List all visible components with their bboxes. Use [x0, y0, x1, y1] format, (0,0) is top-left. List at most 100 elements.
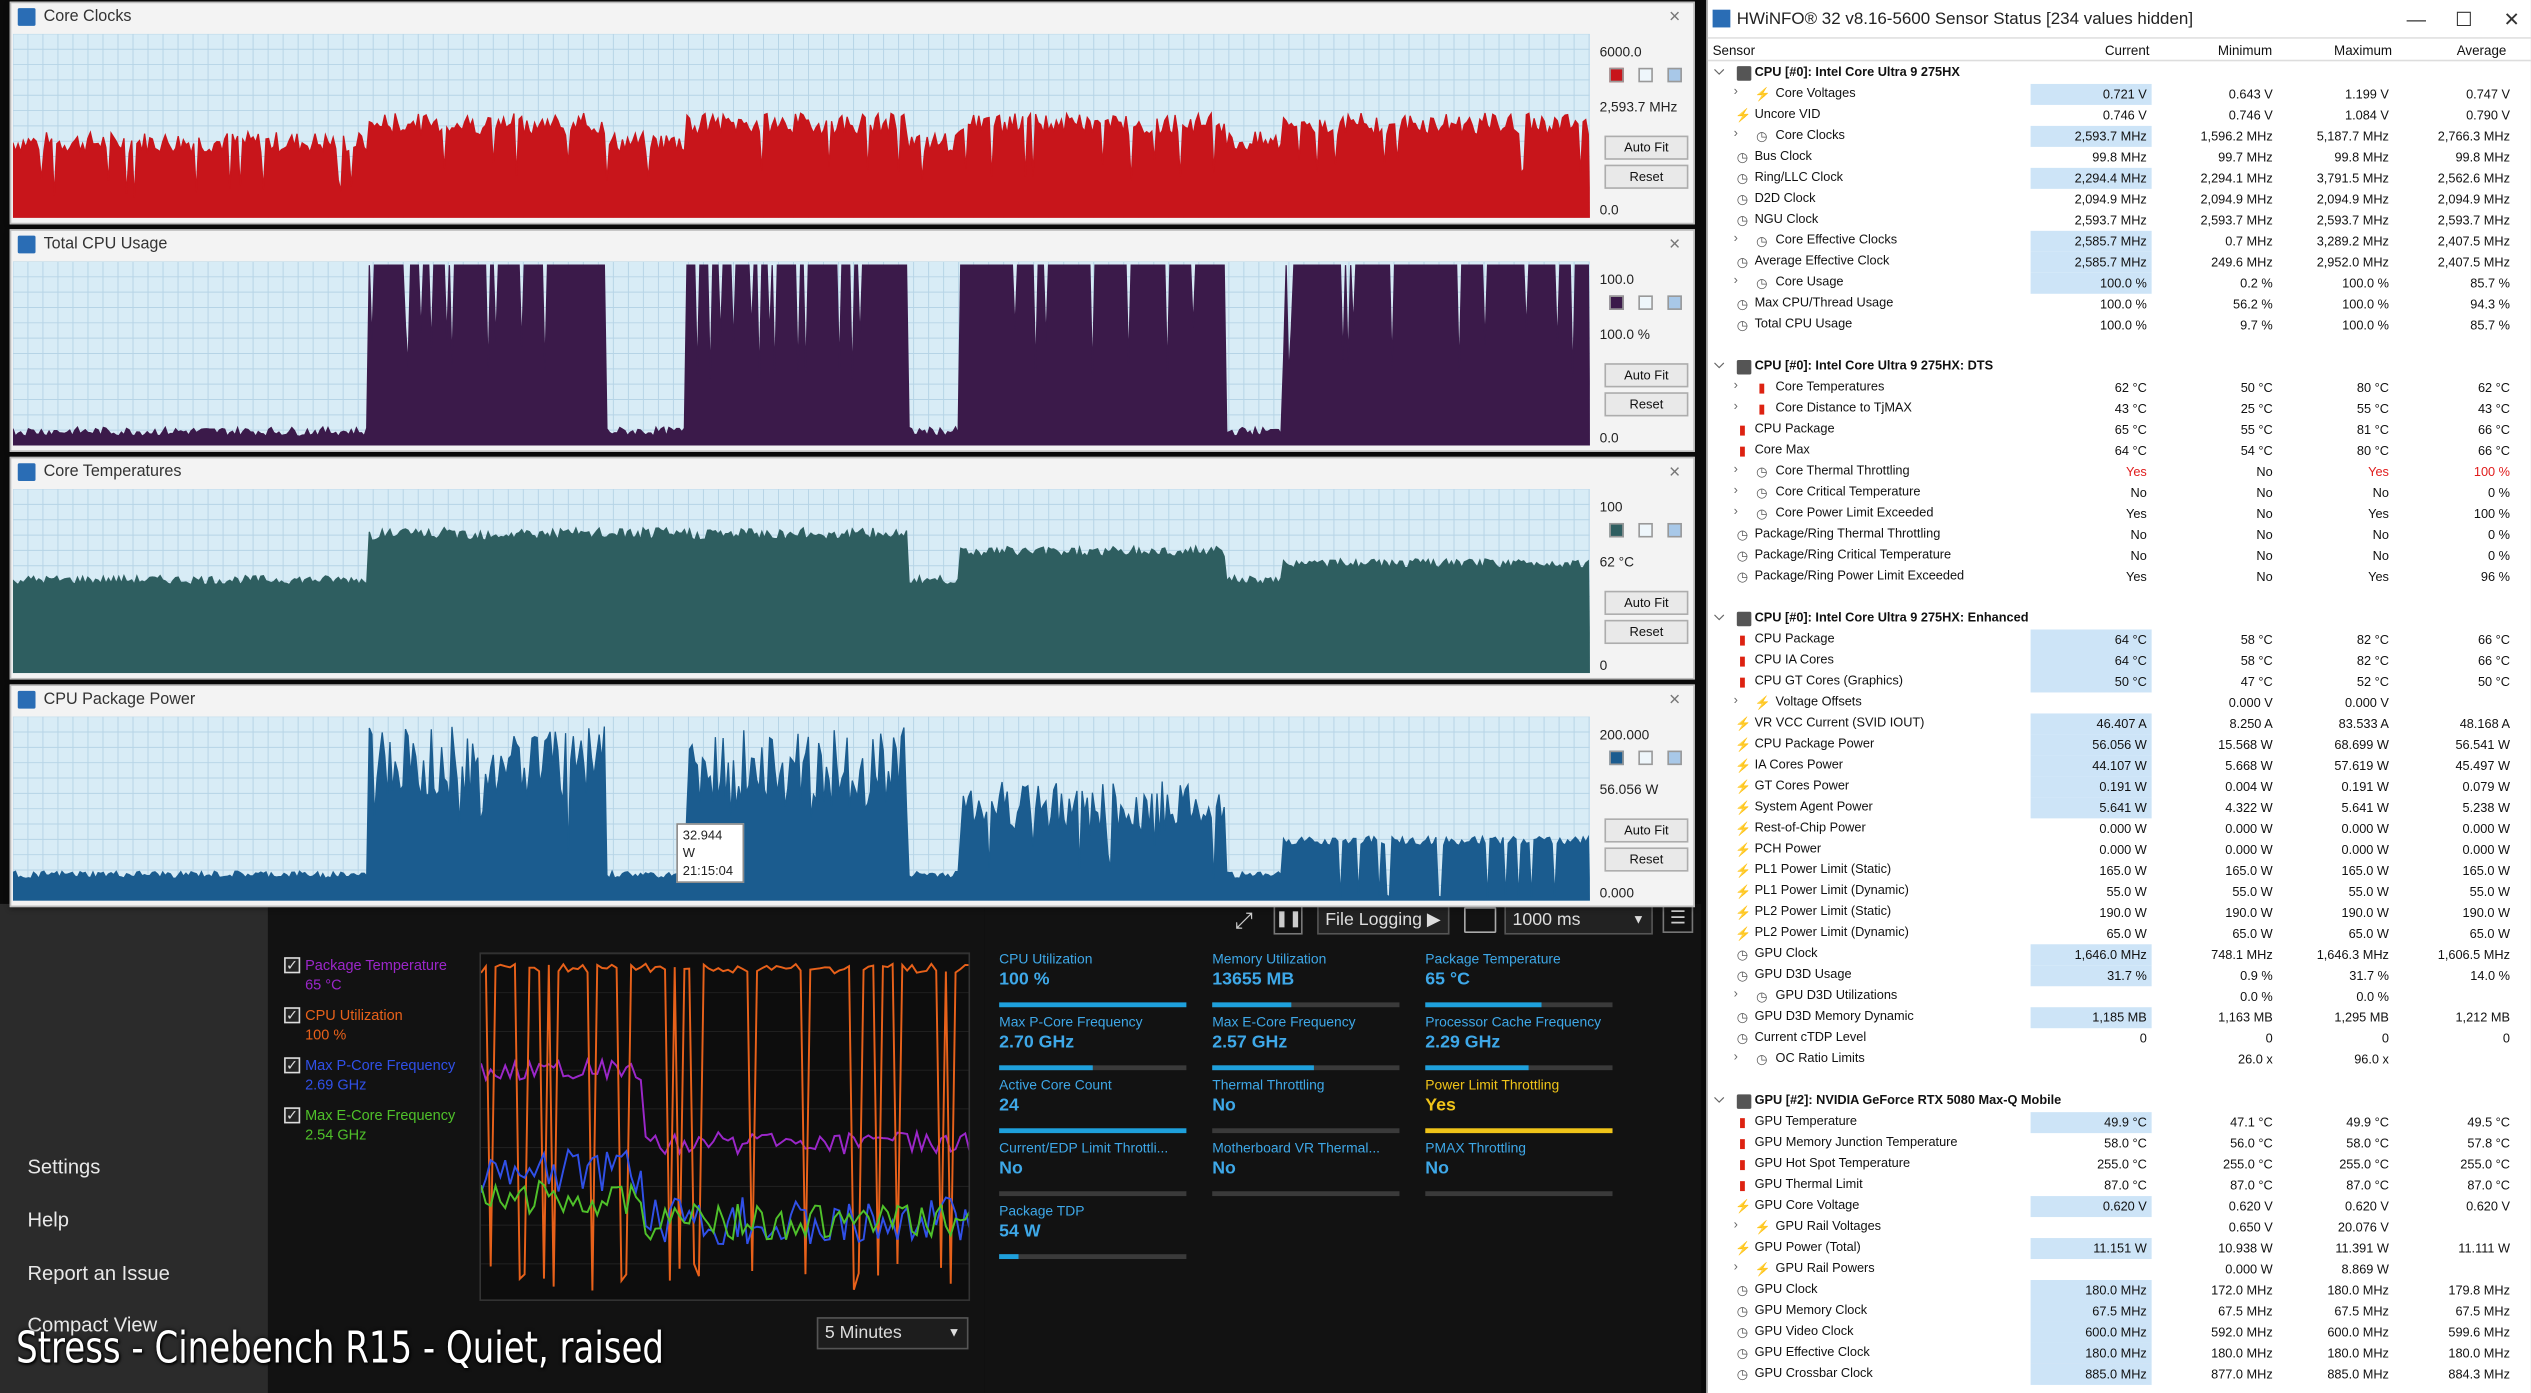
graph-window[interactable]: CPU Package Power × 200.000 56.056 W Auto Fi… [9, 684, 1695, 908]
sensor-row[interactable]: ◷ Total CPU Usage 100.0 % 9.7 % 100.0 % 85.7 … [1708, 315, 2531, 336]
auto-fit-button[interactable]: Auto Fit [1604, 818, 1689, 843]
reset-button[interactable]: Reset [1604, 164, 1689, 189]
bg-color-swatch[interactable] [1638, 750, 1653, 766]
sensor-row[interactable]: › ◷ Core Usage 100.0 % 0.2 % 100.0 % 85.7 % [1708, 272, 2531, 294]
expand-arrow-icon[interactable]: › [1734, 399, 1738, 414]
sensor-row[interactable]: › ◷ OC Ratio Limits 26.0 x 96.0 x [1708, 1049, 2531, 1070]
sensor-row[interactable]: ⚡ CPU Package Power 56.056 W 15.568 W 68.699… [1708, 734, 2531, 756]
sensor-row[interactable]: ◷ GPU Clock 1,646.0 MHz 748.1 MHz 1,646.3 MH… [1708, 944, 2531, 966]
grid-color-swatch[interactable] [1667, 750, 1682, 766]
col-current[interactable]: Current [2105, 42, 2150, 58]
sensor-group-row[interactable]: ⌵ CPU [#0]: Intel Core Ultra 9 275HX [1708, 63, 2531, 84]
expand-arrow-icon[interactable]: › [1734, 483, 1738, 498]
checkbox-checked-icon[interactable]: ✓ [284, 957, 301, 974]
trace-color-swatch[interactable] [1609, 295, 1624, 310]
sensor-group-row[interactable]: ⌵ GPU [#2]: NVIDIA GeForce RTX 5080 Max-Q… [1708, 1091, 2531, 1112]
close-icon[interactable]: ✕ [2504, 0, 2520, 39]
sensor-row[interactable]: ◷ Package/Ring Power Limit Exceeded Yes No Y… [1708, 567, 2531, 588]
sensor-row[interactable]: › ⚡ GPU Rail Voltages 0.650 V 20.076 V [1708, 1217, 2531, 1238]
collapse-icon[interactable]: ⌵ [1714, 609, 1724, 625]
sensor-row[interactable]: ⚡ VR VCC Current (SVID IOUT) 46.407 A 8.250… [1708, 713, 2531, 735]
expand-arrow-icon[interactable]: › [1734, 231, 1738, 246]
graph-window[interactable]: Core Temperatures × 100 62 °C Auto Fit Reset 0 [9, 456, 1695, 680]
sensor-row[interactable]: ◷ GPU Video Clock 600.0 MHz 592.0 MHz 600.0 … [1708, 1321, 2531, 1343]
expand-arrow-icon[interactable]: › [1734, 1259, 1738, 1274]
reset-button[interactable]: Reset [1604, 392, 1689, 417]
nav-help[interactable]: Help [27, 1209, 69, 1232]
expand-arrow-icon[interactable]: › [1734, 462, 1738, 477]
sensor-row[interactable]: › ⚡ Voltage Offsets 0.000 V 0.000 V [1708, 692, 2531, 713]
sensor-row[interactable]: ⚡ PL1 Power Limit (Dynamic) 55.0 W 55.0 W 55… [1708, 881, 2531, 902]
sensor-row[interactable]: ◷ Max CPU/Thread Usage 100.0 % 56.2 % 100.0 … [1708, 294, 2531, 315]
sensor-row[interactable]: ▮ CPU Package 65 °C 55 °C 81 °C 66 °C [1708, 420, 2531, 441]
grid-color-swatch[interactable] [1667, 67, 1682, 83]
auto-fit-button[interactable]: Auto Fit [1604, 135, 1689, 160]
sensor-row[interactable]: › ⚡ Core Voltages 0.721 V 0.643 V 1.199 V 0.74… [1708, 83, 2531, 105]
trace-color-swatch[interactable] [1609, 67, 1624, 83]
sensor-row[interactable]: ◷ Package/Ring Thermal Throttling No No No 0 … [1708, 525, 2531, 546]
collapse-icon[interactable]: ⌵ [1714, 1091, 1724, 1107]
sensor-row[interactable]: ◷ GPU Clock 180.0 MHz 172.0 MHz 180.0 MHz 179… [1708, 1280, 2531, 1301]
sensor-row[interactable]: › ◷ Core Clocks 2,593.7 MHz 1,596.2 MHz 5,187… [1708, 125, 2531, 147]
expand-arrow-icon[interactable]: › [1734, 84, 1738, 99]
sensor-row[interactable]: ⚡ GPU Core Voltage 0.620 V 0.620 V 0.620 V 0.… [1708, 1196, 2531, 1218]
sensor-row[interactable]: ▮ CPU IA Cores 64 °C 58 °C 82 °C 66 °C [1708, 650, 2531, 672]
expand-arrow-icon[interactable]: › [1734, 1217, 1738, 1232]
sensor-row[interactable]: ⚡ PCH Power 0.000 W 0.000 W 0.000 W 0.000 W [1708, 839, 2531, 860]
nav-report-issue[interactable]: Report an Issue [27, 1262, 169, 1285]
sensor-row[interactable]: › ◷ Core Power Limit Exceeded Yes No Yes 100 % [1708, 504, 2531, 525]
sensor-row[interactable]: ◷ GPU D3D Memory Dynamic 1,185 MB 1,163 MB 1… [1708, 1007, 2531, 1029]
collapse-icon[interactable]: ⌵ [1714, 357, 1724, 373]
bg-color-swatch[interactable] [1638, 67, 1653, 83]
minimize-icon[interactable]: — [2407, 0, 2426, 39]
sensor-group-row[interactable]: ⌵ CPU [#0]: Intel Core Ultra 9 275HX: Enh… [1708, 609, 2531, 630]
sensor-row[interactable]: ◷ Package/Ring Critical Temperature No No No… [1708, 546, 2531, 567]
sensor-row[interactable]: › ▮ Core Distance to TjMAX 43 °C 25 °C 55 °C 4… [1708, 399, 2531, 420]
close-icon[interactable]: × [1669, 232, 1680, 255]
menu-icon[interactable]: ☰ [1662, 903, 1694, 933]
sensor-row[interactable]: › ⚡ GPU Rail Powers 0.000 W 8.869 W [1708, 1259, 2531, 1280]
pause-icon[interactable]: ❚❚ [1273, 905, 1303, 935]
auto-fit-button[interactable]: Auto Fit [1604, 590, 1689, 615]
expand-arrow-icon[interactable]: › [1734, 126, 1738, 141]
sensor-row[interactable]: ◷ GPU Crossbar Clock 885.0 MHz 877.0 MHz 885… [1708, 1363, 2531, 1385]
sensor-row[interactable]: ⚡ PL2 Power Limit (Dynamic) 65.0 W 65.0 W 65… [1708, 923, 2531, 944]
sensor-row[interactable]: ◷ NGU Clock 2,593.7 MHz 2,593.7 MHz 2,593.7 … [1708, 210, 2531, 231]
sensor-row[interactable]: ⚡ System Agent Power 5.641 W 4.322 W 5.641 W… [1708, 797, 2531, 819]
interval-select[interactable]: 1000 ms ▼ [1504, 905, 1653, 935]
sensor-row[interactable]: ⚡ GT Cores Power 0.191 W 0.004 W 0.191 W 0.07… [1708, 776, 2531, 798]
sensor-row[interactable]: ◷ Bus Clock 99.8 MHz 99.7 MHz 99.8 MHz 99.8 M… [1708, 147, 2531, 168]
col-minimum[interactable]: Minimum [2218, 42, 2272, 58]
checkbox-checked-icon[interactable]: ✓ [284, 1007, 301, 1024]
sensor-row[interactable]: ◷ GPU Effective Clock 180.0 MHz 180.0 MHz 18… [1708, 1342, 2531, 1364]
reset-button[interactable]: Reset [1604, 619, 1689, 645]
expand-arrow-icon[interactable]: › [1734, 1049, 1738, 1064]
nav-settings[interactable]: Settings [27, 1156, 100, 1179]
expand-arrow-icon[interactable]: › [1734, 692, 1738, 707]
col-maximum[interactable]: Maximum [2334, 42, 2392, 58]
close-icon[interactable]: × [1669, 5, 1680, 28]
folder-icon[interactable] [1464, 907, 1497, 933]
collapse-icon[interactable]: ⌵ [1714, 63, 1724, 79]
sensor-row[interactable]: ⚡ Uncore VID 0.746 V 0.746 V 1.084 V 0.790 V [1708, 105, 2531, 126]
sensor-row[interactable]: ▮ CPU GT Cores (Graphics) 50 °C 47 °C 52 °C 5… [1708, 671, 2531, 693]
sensor-row[interactable]: ▮ GPU Hot Spot Temperature 255.0 °C 255.0 °… [1708, 1154, 2531, 1175]
sensor-row[interactable]: ▮ Core Max 64 °C 54 °C 80 °C 66 °C [1708, 441, 2531, 462]
sensor-row[interactable]: ⚡ GPU Power (Total) 11.151 W 10.938 W 11.391… [1708, 1238, 2531, 1260]
sensor-row[interactable]: ◷ GPU D3D Usage 31.7 % 0.9 % 31.7 % 14.0 % [1708, 965, 2531, 987]
checkbox-checked-icon[interactable]: ✓ [284, 1057, 301, 1074]
maximize-icon[interactable]: ☐ [2455, 0, 2472, 39]
sensor-row[interactable]: ⚡ IA Cores Power 44.107 W 5.668 W 57.619 W 45… [1708, 755, 2531, 777]
sensor-row[interactable]: ⚡ PL2 Power Limit (Static) 190.0 W 190.0 W 1… [1708, 902, 2531, 923]
expand-arrow-icon[interactable]: › [1734, 378, 1738, 393]
sensor-row[interactable]: ⚡ PL1 Power Limit (Static) 165.0 W 165.0 W 1… [1708, 860, 2531, 881]
expand-arrow-icon[interactable]: › [1734, 986, 1738, 1001]
reset-button[interactable]: Reset [1604, 847, 1689, 872]
sensor-row[interactable]: ◷ GPU Memory Clock 67.5 MHz 67.5 MHz 67.5 MH… [1708, 1300, 2531, 1322]
sensor-row[interactable]: ◷ Ring/LLC Clock 2,294.4 MHz 2,294.1 MHz 3,7… [1708, 167, 2531, 189]
bg-color-swatch[interactable] [1638, 522, 1653, 538]
sensor-row[interactable]: › ◷ Core Thermal Throttling Yes No Yes 100 % [1708, 462, 2531, 483]
sensor-row[interactable]: › ◷ Core Effective Clocks 2,585.7 MHz 0.7 MH… [1708, 230, 2531, 252]
sensor-row[interactable]: ▮ CPU Package 64 °C 58 °C 82 °C 66 °C [1708, 629, 2531, 651]
sensor-row[interactable]: › ◷ GPU D3D Utilizations 0.0 % 0.0 % [1708, 986, 2531, 1007]
